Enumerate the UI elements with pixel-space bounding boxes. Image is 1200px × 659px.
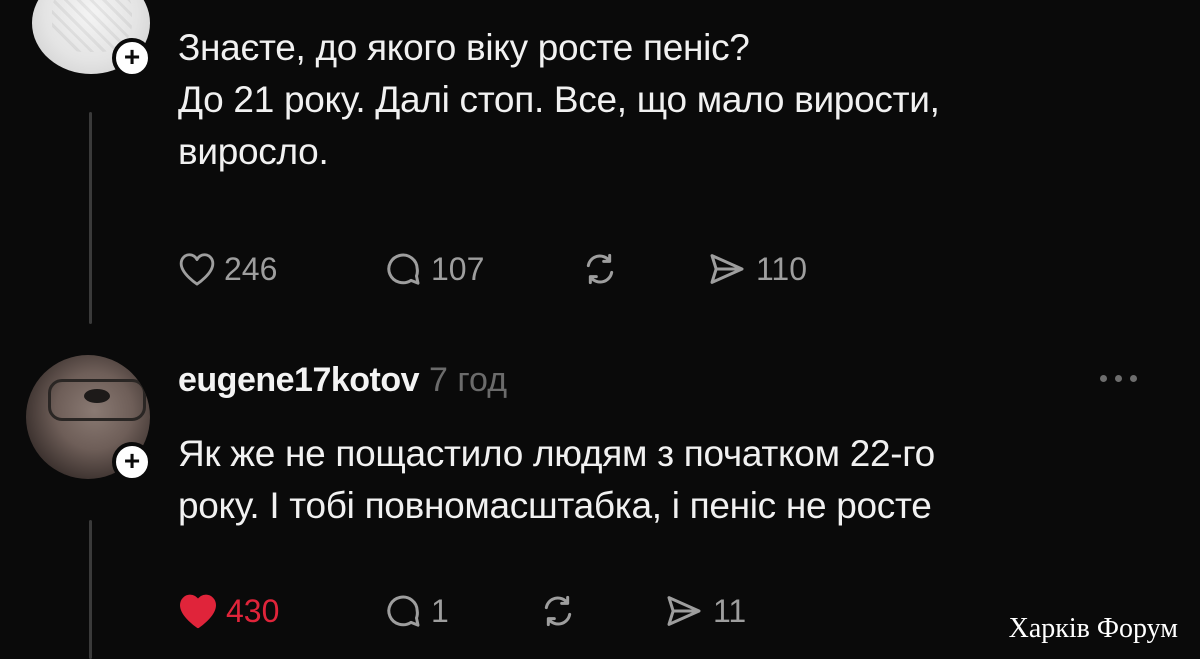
post-text: Як же не пощастило людям з початком 22-г… [178, 433, 935, 526]
like-button[interactable]: 430 [178, 586, 279, 636]
post-text: Знаєте, до якого віку росте пеніс? До 21… [178, 27, 940, 172]
share-count: 110 [756, 250, 808, 287]
comment-count: 1 [431, 592, 449, 629]
repost-icon [544, 595, 572, 627]
post-header: eugene17kotov 7 год [178, 355, 507, 405]
more-icon[interactable] [1100, 370, 1160, 386]
share-count: 11 [713, 592, 747, 629]
watermark: Харків Форум [1008, 613, 1178, 644]
repost-icon [586, 253, 614, 285]
follow-plus-icon[interactable]: + [112, 442, 152, 482]
post-time: 7 год [429, 361, 508, 399]
comment-icon [387, 253, 420, 285]
repost-button[interactable] [538, 586, 578, 636]
thread-line [89, 112, 92, 324]
like-count: 246 [224, 250, 278, 287]
comment-button[interactable]: 1 [383, 586, 449, 636]
repost-button[interactable] [580, 244, 620, 294]
comment-button[interactable]: 107 [383, 244, 484, 294]
like-button[interactable]: 246 [178, 244, 277, 294]
send-button[interactable]: 110 [706, 244, 807, 294]
send-icon [710, 254, 744, 284]
heart-icon [179, 253, 215, 286]
username[interactable]: eugene17kotov [178, 361, 420, 399]
send-icon [667, 596, 701, 626]
comment-count: 107 [431, 250, 485, 287]
follow-plus-icon[interactable]: + [112, 38, 152, 78]
thread-line [89, 520, 92, 659]
like-count: 430 [226, 592, 280, 629]
heart-icon [180, 594, 217, 629]
send-button[interactable]: 11 [663, 586, 746, 636]
comment-icon [387, 595, 420, 627]
